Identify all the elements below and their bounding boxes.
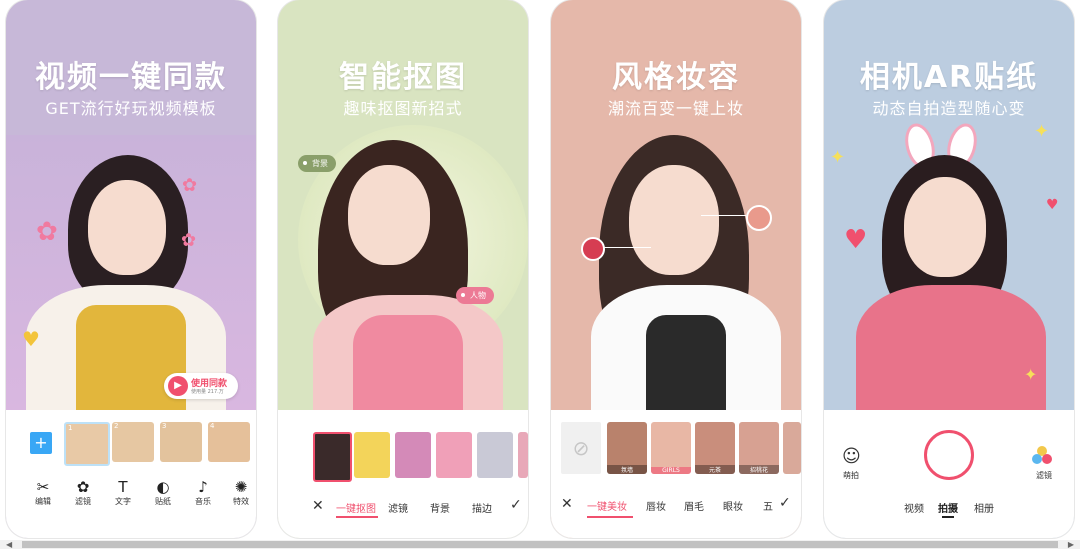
tab-background[interactable]: 背景 [430, 500, 450, 515]
mode-video[interactable]: 视频 [904, 500, 924, 515]
makeup-panel: ⊘ 氛墙 GIRLS 元茶 招桃花 ✕ 一键美妆 唇妆 眉毛 眼妆 五 ✓ [551, 410, 801, 538]
cutout-panel: ✕ 一键抠图 滤镜 背景 描边 ✓ [278, 410, 528, 538]
camera-icon: ▶ [168, 376, 188, 396]
eye-swatch[interactable] [746, 205, 772, 231]
tab-outline[interactable]: 描边 [472, 500, 492, 515]
style-thumb[interactable] [783, 422, 801, 474]
background-thumb[interactable] [313, 432, 352, 482]
effects-icon: ✺ [234, 478, 248, 496]
clip-thumb[interactable]: 1 [64, 422, 110, 466]
clip-thumb[interactable]: 4 [208, 422, 250, 462]
camera-panel: ☺ 萌拍 滤镜 视频 拍摄 相册 [824, 410, 1074, 538]
mode-album[interactable]: 相册 [974, 500, 994, 515]
filter-icon: ✿ [76, 478, 90, 496]
tool-effects[interactable]: ✺ 特效 [226, 478, 256, 507]
card-video-template: 视频一键同款 GET流行好玩视频模板 ✿ ✿ ✿ ♥ ▶ 使用同款 使用量 21… [6, 0, 256, 538]
tab-filter[interactable]: 滤镜 [388, 500, 408, 515]
tag-background: 背景 [298, 155, 336, 172]
mode-photo[interactable]: 拍摄 [938, 500, 958, 515]
sticker-icon: ◐ [156, 478, 170, 496]
confirm-icon[interactable]: ✓ [510, 497, 522, 513]
background-thumb[interactable] [395, 432, 431, 478]
card-cutout: 智能抠图 趣味抠图新招式 背景 人物 ✕ 一键抠图 滤镜 背景 描边 ✓ [278, 0, 528, 538]
badge-count: 使用量 217.万 [191, 389, 224, 395]
scrollbar-thumb[interactable] [22, 541, 1058, 548]
preview-photo: ✿ ✿ ✿ ♥ ▶ 使用同款 使用量 217.万 [6, 135, 256, 415]
clip-thumb[interactable]: 3 [160, 422, 202, 462]
style-thumb[interactable]: GIRLS [651, 422, 691, 474]
tab-underline [587, 516, 633, 518]
card-subtitle: GET流行好玩视频模板 [45, 99, 217, 118]
music-icon: ♪ [198, 478, 208, 496]
card-subtitle: 潮流百变一键上妆 [607, 99, 744, 118]
tab-lips[interactable]: 唇妆 [646, 498, 666, 513]
clip-thumb[interactable]: 2 [112, 422, 154, 462]
shutter-button[interactable] [924, 430, 974, 480]
tab-one-click-cutout[interactable]: 一键抠图 [336, 500, 376, 515]
scroll-left-icon[interactable]: ◀ [6, 540, 12, 549]
background-thumb[interactable] [518, 432, 528, 478]
flower-sticker-icon: ✿ [182, 175, 198, 196]
preview-photo [551, 135, 801, 415]
tab-eyes[interactable]: 眼妆 [723, 498, 743, 513]
heart-sticker-icon: ♥ [844, 225, 868, 255]
flower-sticker-icon: ✿ [36, 217, 58, 247]
mode-underline [942, 516, 954, 518]
card-title: 相机AR贴纸 [859, 60, 1039, 95]
lip-swatch[interactable] [581, 237, 605, 261]
tab-brows[interactable]: 眉毛 [684, 498, 704, 513]
tool-text[interactable]: T 文字 [108, 478, 138, 507]
cute-shot-label: 萌拍 [843, 471, 859, 480]
smile-icon[interactable]: ☺ [842, 446, 861, 467]
preview-photo: ♥ ♥ ✦ ✦ ✦ [824, 120, 1074, 415]
sparkle-icon: ✦ [1024, 365, 1038, 384]
card-makeup: 风格妆容 潮流百变一键上妆 ⊘ 氛墙 GIRLS 元茶 招桃花 ✕ 一键美妆 唇… [551, 0, 801, 538]
preview-photo: 背景 人物 [278, 125, 528, 415]
tag-person: 人物 [456, 287, 494, 304]
tab-underline [336, 516, 378, 518]
filter-icon[interactable] [1032, 446, 1052, 466]
background-thumb[interactable] [477, 432, 513, 478]
card-ar-sticker: 相机AR贴纸 动态自拍造型随心变 ♥ ♥ ✦ ✦ ✦ ☺ 萌拍 滤镜 视频 拍摄… [824, 0, 1074, 538]
editor-panel: + 1 2 3 4 ✂ 编辑 ✿ 滤镜 T 文字 ◐ 贴纸 ♪ 音乐 ✺ 特效 [6, 410, 256, 538]
card-title: 风格妆容 [612, 60, 740, 95]
style-thumb[interactable]: 招桃花 [739, 422, 779, 474]
sparkle-icon: ✦ [1034, 121, 1050, 142]
sparkle-icon: ✦ [830, 147, 846, 168]
tool-sticker[interactable]: ◐ 贴纸 [148, 478, 178, 507]
heart-sticker-icon: ♥ [22, 327, 40, 351]
heart-sticker-icon: ♥ [1046, 197, 1059, 213]
scroll-right-icon[interactable]: ▶ [1068, 540, 1074, 549]
tab-more[interactable]: 五 [763, 498, 773, 513]
add-clip-button[interactable]: + [30, 432, 52, 454]
close-icon[interactable]: ✕ [312, 498, 324, 514]
horizontal-scrollbar[interactable]: ◀ ▶ [0, 540, 1080, 549]
card-title: 视频一键同款 [35, 60, 227, 95]
text-icon: T [118, 478, 128, 496]
use-template-badge[interactable]: ▶ 使用同款 使用量 217.万 [164, 373, 238, 399]
close-icon[interactable]: ✕ [561, 496, 573, 512]
filter-label: 滤镜 [1036, 471, 1052, 480]
background-thumb[interactable] [436, 432, 472, 478]
none-style-icon[interactable]: ⊘ [561, 422, 601, 474]
background-thumb[interactable] [354, 432, 390, 478]
confirm-icon[interactable]: ✓ [779, 495, 791, 511]
tab-one-click-makeup[interactable]: 一键美妆 [587, 498, 627, 513]
scissors-icon: ✂ [36, 478, 50, 496]
style-thumb[interactable]: 元茶 [695, 422, 735, 474]
card-subtitle: 趣味抠图新招式 [343, 99, 463, 118]
card-title: 智能抠图 [339, 60, 467, 95]
flower-sticker-icon: ✿ [181, 230, 197, 251]
style-thumb[interactable]: 氛墙 [607, 422, 647, 474]
tool-filter[interactable]: ✿ 滤镜 [68, 478, 98, 507]
tool-music[interactable]: ♪ 音乐 [188, 478, 218, 507]
card-subtitle: 动态自拍造型随心变 [872, 99, 1026, 118]
tool-edit[interactable]: ✂ 编辑 [28, 478, 58, 507]
